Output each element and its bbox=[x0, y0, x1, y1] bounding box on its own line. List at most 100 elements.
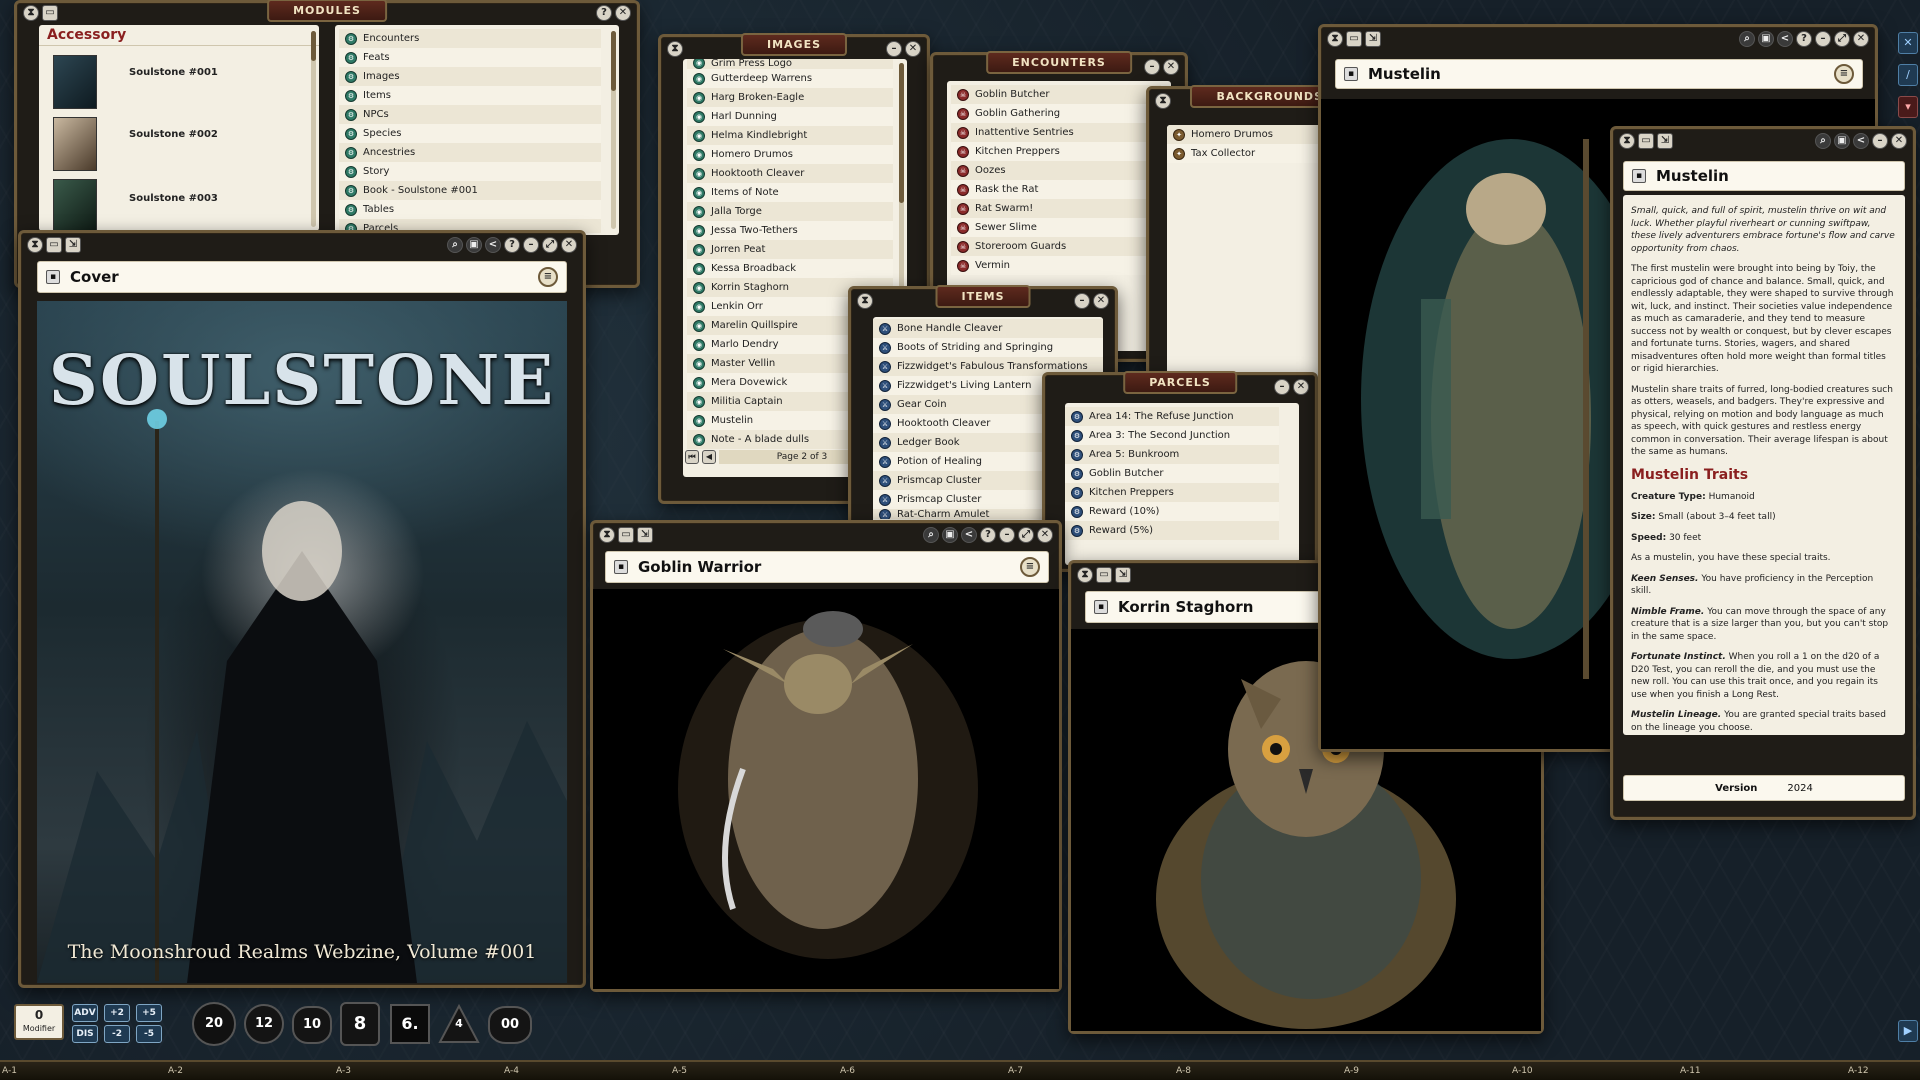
zoom-icon[interactable]: ⌕ bbox=[1739, 31, 1755, 47]
close-icon[interactable]: ✕ bbox=[1853, 31, 1869, 47]
plus5-button[interactable]: +5 bbox=[136, 1004, 162, 1022]
lock-icon[interactable]: ▣ bbox=[942, 527, 958, 543]
zoom-icon[interactable]: ⌕ bbox=[923, 527, 939, 543]
list-item[interactable]: ⚙ Ancestries bbox=[339, 143, 601, 162]
book-icon[interactable]: ▭ bbox=[46, 237, 62, 253]
minimize-icon[interactable]: – bbox=[999, 527, 1015, 543]
book-icon[interactable]: ▭ bbox=[618, 527, 634, 543]
list-item[interactable]: ☠ Goblin Butcher bbox=[951, 85, 1161, 104]
list-item[interactable]: ◉ Harg Broken-Eagle bbox=[687, 88, 893, 107]
list-item[interactable]: ◉ Items of Note bbox=[687, 183, 893, 202]
list-item[interactable]: ☠ Storeroom Guards bbox=[951, 237, 1161, 256]
close-icon[interactable]: ✕ bbox=[561, 237, 577, 253]
minus2-button[interactable]: -2 bbox=[104, 1025, 130, 1043]
share-icon[interactable]: ⇲ bbox=[1115, 567, 1131, 583]
record-icon[interactable]: ▪ bbox=[1094, 600, 1108, 614]
hourglass-icon[interactable]: ⧗ bbox=[1155, 93, 1171, 109]
resize-icon[interactable]: ⤢ bbox=[542, 237, 558, 253]
plus2-button[interactable]: +2 bbox=[104, 1004, 130, 1022]
d4-icon[interactable]: 4 bbox=[438, 1004, 480, 1044]
d6-icon[interactable]: 6. bbox=[390, 1004, 430, 1044]
list-item[interactable]: ◉ Harl Dunning bbox=[687, 107, 893, 126]
list-item[interactable]: ⚙ Area 3: The Second Junction bbox=[1065, 426, 1279, 445]
share-link-icon[interactable]: < bbox=[1777, 31, 1793, 47]
share-icon[interactable]: ⇲ bbox=[1657, 133, 1673, 149]
list-item[interactable]: ⚙ Reward (10%) bbox=[1065, 502, 1279, 521]
record-icon[interactable]: ▪ bbox=[614, 560, 628, 574]
hourglass-icon[interactable]: ⧗ bbox=[27, 237, 43, 253]
list-item[interactable]: ◉ Homero Drumos bbox=[687, 145, 893, 164]
dis-button[interactable]: DIS bbox=[72, 1025, 98, 1043]
cover-label-3[interactable]: Soulstone #003 bbox=[129, 193, 218, 204]
hourglass-icon[interactable]: ⧗ bbox=[1077, 567, 1093, 583]
sidebar-close-icon[interactable]: ✕ bbox=[1898, 32, 1918, 54]
list-item[interactable]: ◉ Gutterdeep Warrens bbox=[687, 69, 893, 88]
list-item[interactable]: ◉ Jessa Two-Tethers bbox=[687, 221, 893, 240]
chat-expand-icon[interactable]: ▶ bbox=[1898, 1020, 1918, 1042]
sidebar-measure-icon[interactable]: ∕ bbox=[1898, 64, 1918, 86]
minimize-icon[interactable]: – bbox=[1872, 133, 1888, 149]
hourglass-icon[interactable]: ⧗ bbox=[857, 293, 873, 309]
cover-label-2[interactable]: Soulstone #002 bbox=[129, 129, 218, 140]
minimize-icon[interactable]: – bbox=[886, 41, 902, 57]
list-item[interactable]: ⚙ Tables bbox=[339, 200, 601, 219]
close-icon[interactable]: ✕ bbox=[1163, 59, 1179, 75]
lock-icon[interactable]: ▣ bbox=[1758, 31, 1774, 47]
hourglass-icon[interactable]: ⧗ bbox=[1619, 133, 1635, 149]
hourglass-icon[interactable]: ⧗ bbox=[599, 527, 615, 543]
d20-icon[interactable]: 20 bbox=[192, 1002, 236, 1046]
list-item[interactable]: ⚙ Story bbox=[339, 162, 601, 181]
menu-icon[interactable]: ≡ bbox=[538, 267, 558, 287]
list-item[interactable]: ⚙ Kitchen Preppers bbox=[1065, 483, 1279, 502]
zoom-icon[interactable]: ⌕ bbox=[1815, 133, 1831, 149]
minimize-icon[interactable]: – bbox=[1074, 293, 1090, 309]
modifier-box[interactable]: 0 Modifier bbox=[14, 1004, 64, 1040]
list-item[interactable]: ☠ Vermin bbox=[951, 256, 1161, 275]
list-item[interactable]: ⚔ Boots of Striding and Springing bbox=[873, 338, 1103, 357]
close-icon[interactable]: ✕ bbox=[1891, 133, 1907, 149]
list-item[interactable]: ⚙ Items bbox=[339, 86, 601, 105]
resize-icon[interactable]: ⤢ bbox=[1018, 527, 1034, 543]
help-icon[interactable]: ? bbox=[596, 5, 612, 21]
menu-icon[interactable]: ≡ bbox=[1020, 557, 1040, 577]
minimize-icon[interactable]: – bbox=[1815, 31, 1831, 47]
prev-page-icon[interactable]: ◀ bbox=[702, 450, 716, 464]
categories-scrollbar[interactable] bbox=[611, 31, 616, 229]
share-link-icon[interactable]: < bbox=[961, 527, 977, 543]
list-item[interactable]: ⚔ Bone Handle Cleaver bbox=[873, 319, 1103, 338]
cover-label-1[interactable]: Soulstone #001 bbox=[129, 67, 218, 78]
hourglass-icon[interactable]: ⧗ bbox=[1327, 31, 1343, 47]
list-item[interactable]: ⚙ Book - Soulstone #001 bbox=[339, 181, 601, 200]
list-item[interactable]: ☠ Kitchen Preppers bbox=[951, 142, 1161, 161]
d12-icon[interactable]: 12 bbox=[244, 1004, 284, 1044]
list-item[interactable]: ⚙ Reward (5%) bbox=[1065, 521, 1279, 540]
d10-icon[interactable]: 10 bbox=[292, 1006, 332, 1044]
list-item[interactable]: ☠ Oozes bbox=[951, 161, 1161, 180]
cover-thumb-1[interactable] bbox=[53, 55, 97, 109]
cover-thumb-2[interactable] bbox=[53, 117, 97, 171]
list-item[interactable]: ⚙ Images bbox=[339, 67, 601, 86]
list-item[interactable]: ⚙ Encounters bbox=[339, 29, 601, 48]
minus5-button[interactable]: -5 bbox=[136, 1025, 162, 1043]
menu-icon[interactable]: ≡ bbox=[1834, 64, 1854, 84]
close-icon[interactable]: ✕ bbox=[1093, 293, 1109, 309]
list-item[interactable]: ◉ Kessa Broadback bbox=[687, 259, 893, 278]
list-item[interactable]: ◉ Grim Press Logo bbox=[687, 59, 893, 69]
first-page-icon[interactable]: ⏮ bbox=[685, 450, 699, 464]
book-icon[interactable]: ▭ bbox=[1638, 133, 1654, 149]
list-item[interactable]: ✦ Tax Collector bbox=[1167, 144, 1331, 163]
list-item[interactable]: ☠ Rat Swarm! bbox=[951, 199, 1161, 218]
list-item[interactable]: ◉ Jalla Torge bbox=[687, 202, 893, 221]
share-icon[interactable]: ⇲ bbox=[1365, 31, 1381, 47]
list-item[interactable]: ◉ Helma Kindlebright bbox=[687, 126, 893, 145]
book-icon[interactable]: ▭ bbox=[1096, 567, 1112, 583]
minimize-icon[interactable]: – bbox=[1274, 379, 1290, 395]
list-item[interactable]: ☠ Sewer Slime bbox=[951, 218, 1161, 237]
resize-icon[interactable]: ⤢ bbox=[1834, 31, 1850, 47]
adv-button[interactable]: ADV bbox=[72, 1004, 98, 1022]
close-icon[interactable]: ✕ bbox=[1037, 527, 1053, 543]
d100-icon[interactable]: 00 bbox=[488, 1006, 532, 1044]
hourglass-icon[interactable]: ⧗ bbox=[667, 41, 683, 57]
cover-thumb-3[interactable] bbox=[53, 179, 97, 231]
share-icon[interactable]: ⇲ bbox=[637, 527, 653, 543]
